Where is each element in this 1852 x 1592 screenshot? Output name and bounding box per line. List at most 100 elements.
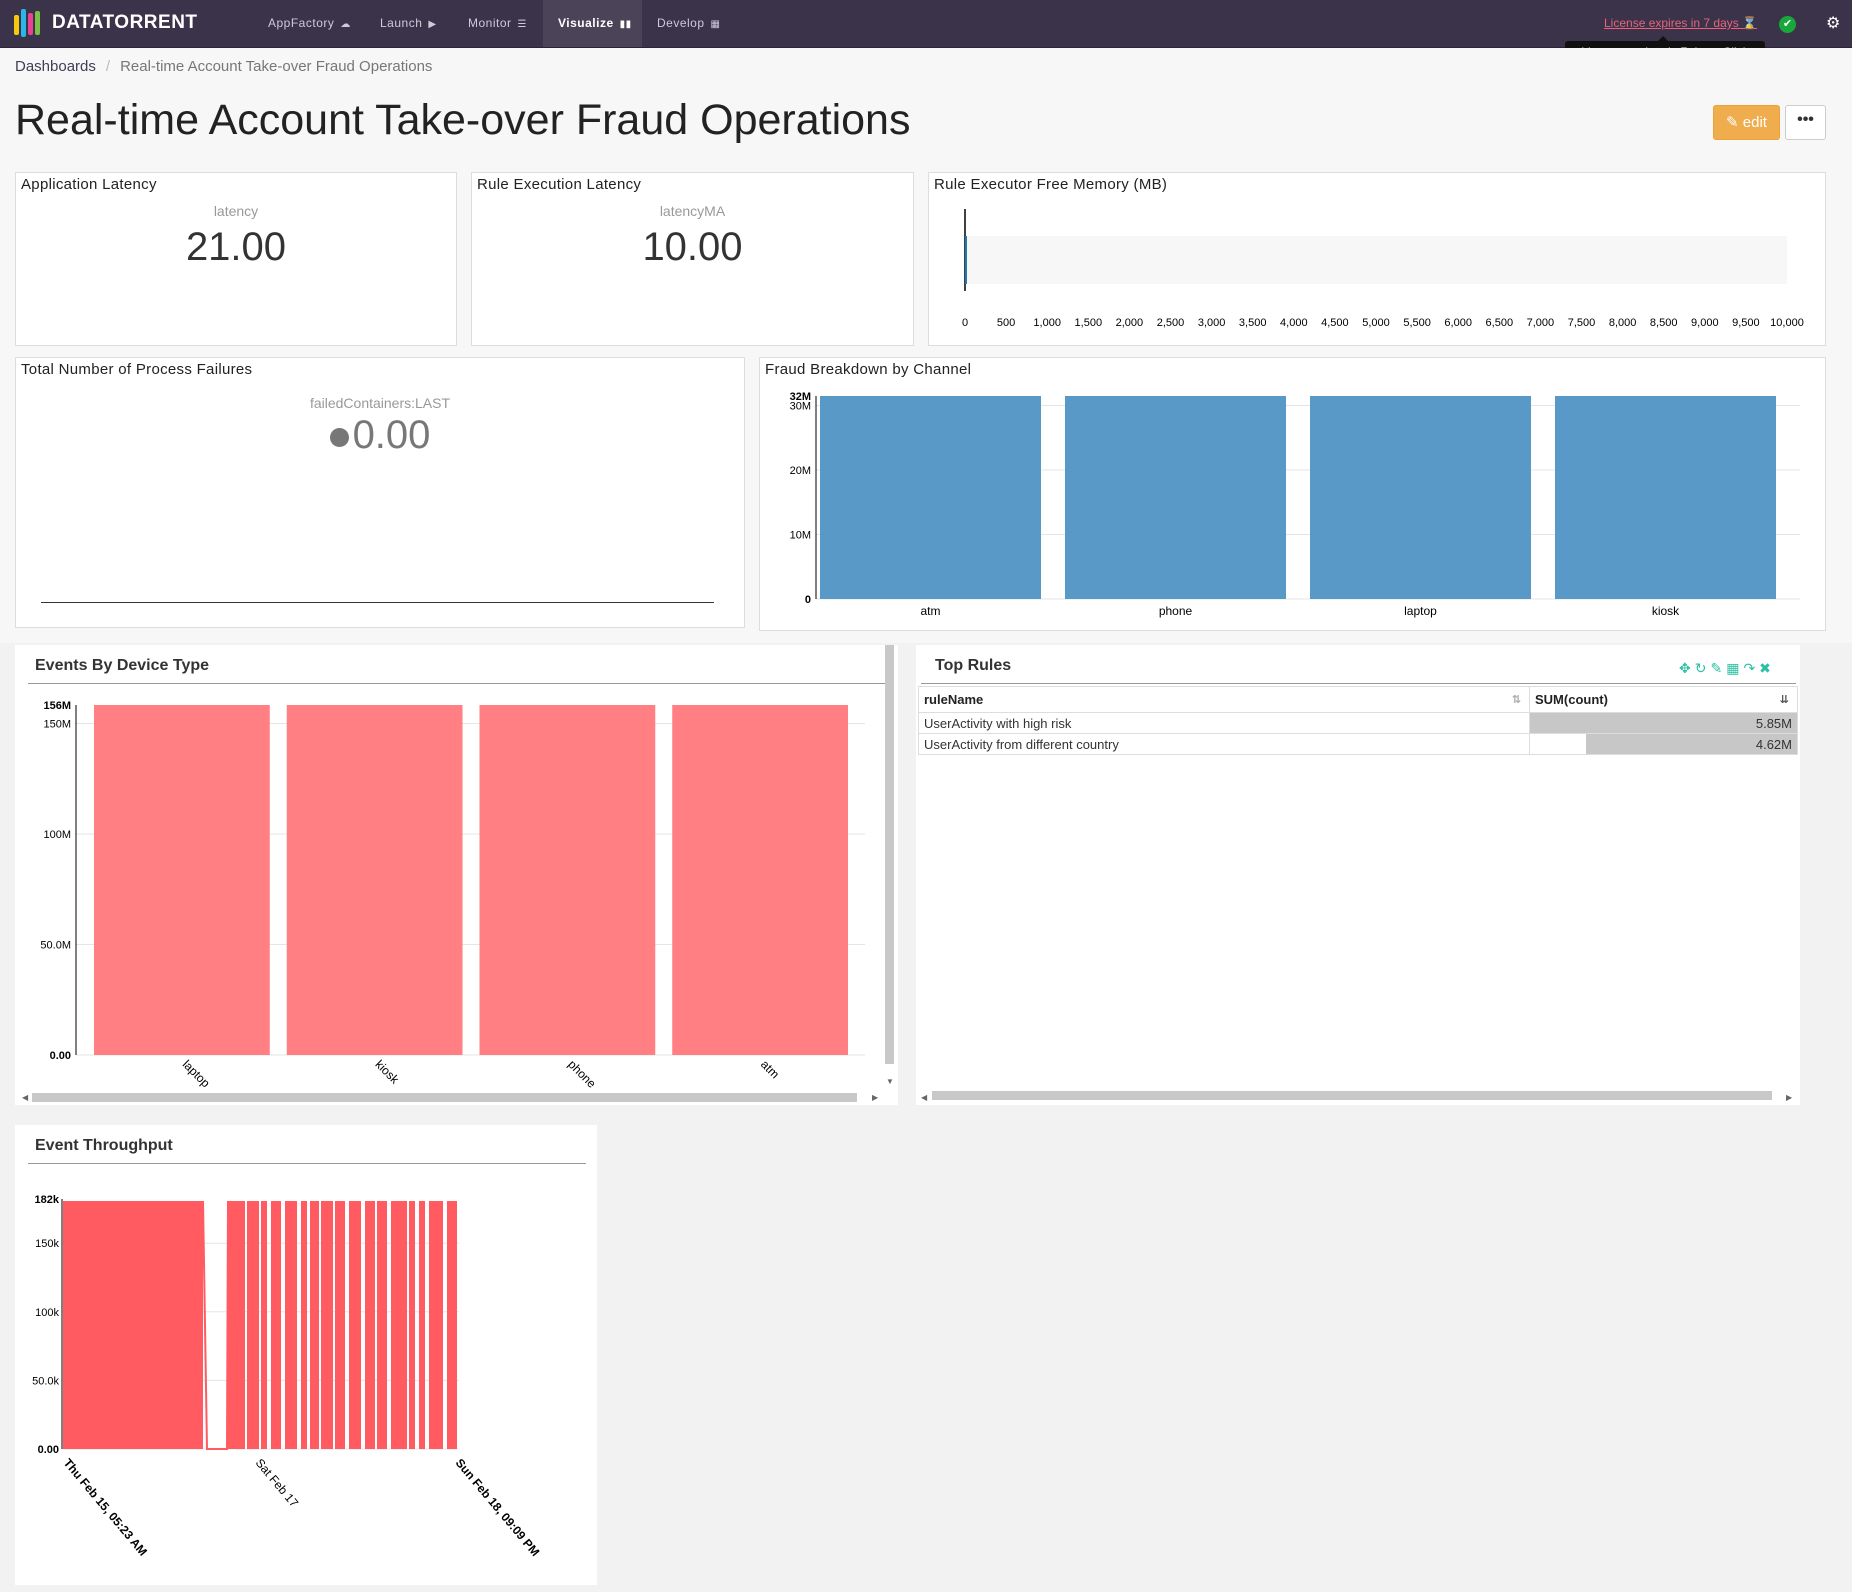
share-icon[interactable]: ↷	[1743, 660, 1759, 676]
area-block	[365, 1201, 375, 1449]
x-tick-label: 4,500	[1321, 317, 1349, 329]
metric-value-row: 0.00	[16, 413, 744, 458]
close-icon[interactable]: ✖	[1759, 660, 1775, 676]
panel-event-throughput: Event Throughput 0.00 50.0k 100k 150k 182k Th…	[15, 1125, 597, 1585]
x-tick-label: 7,500	[1568, 317, 1596, 329]
bar	[672, 705, 848, 1055]
y-max-label: 182k	[35, 1194, 60, 1206]
grid-icon: ▦	[710, 19, 721, 30]
more-options-button[interactable]: •••	[1785, 105, 1826, 140]
x-tick-label: kiosk	[1652, 604, 1680, 618]
y-tick-label: 50.0M	[40, 940, 71, 952]
widget-free-memory: Rule Executor Free Memory (MB) 0 500 1,000…	[928, 172, 1826, 346]
x-tick-label: 2,000	[1116, 317, 1144, 329]
nav-monitor[interactable]: Monitor ☰	[453, 0, 542, 47]
y-tick-label: 50.0k	[32, 1375, 59, 1387]
y-tick-label: 0.00	[38, 1444, 59, 1456]
area-block	[377, 1201, 387, 1449]
scroll-left-icon[interactable]: ◀	[921, 1093, 927, 1102]
panel-title: Events By Device Type	[35, 657, 210, 674]
x-tick-label: 3,000	[1198, 317, 1226, 329]
widget-title: Rule Execution Latency	[477, 176, 642, 193]
x-tick-label: phone	[1159, 604, 1193, 618]
panel-title: Top Rules	[935, 657, 1012, 674]
bar	[965, 236, 967, 284]
license-expiry-link[interactable]: License expires in 7 days ⌛	[1604, 16, 1757, 30]
panel-title: Event Throughput	[35, 1137, 173, 1154]
table-icon[interactable]: ▦	[1726, 660, 1743, 676]
y-tick-label: 0	[805, 594, 811, 606]
pencil-icon[interactable]: ✎	[1710, 660, 1726, 676]
nav-launch[interactable]: Launch ▶	[365, 0, 452, 47]
area-block	[310, 1201, 319, 1449]
column-label: SUM(count)	[1535, 692, 1608, 707]
edit-button[interactable]: ✎ edit	[1713, 105, 1780, 140]
x-tick-label: 10,000	[1770, 317, 1804, 329]
bar	[1555, 396, 1776, 599]
brand-name: DATATORRENT	[52, 12, 198, 33]
area-block	[247, 1201, 259, 1449]
x-tick-label: 3,500	[1239, 317, 1267, 329]
x-tick-label: 5,500	[1403, 317, 1431, 329]
panel-divider	[28, 683, 885, 684]
cloud-icon: ☁	[340, 19, 351, 30]
rule-name-cell: UserActivity with high risk	[918, 712, 1530, 734]
column-header-rulename[interactable]: ruleName ⇅	[918, 686, 1530, 713]
table-row[interactable]: UserActivity with high risk 5.85M	[918, 712, 1798, 734]
area-block	[419, 1201, 425, 1449]
x-tick-label: 8,000	[1609, 317, 1637, 329]
vertical-scrollbar[interactable]	[885, 645, 894, 1064]
sort-icon[interactable]: ⇅	[1512, 693, 1521, 706]
x-tick-label: 5,000	[1362, 317, 1390, 329]
rule-name-cell: UserActivity from different country	[918, 733, 1530, 755]
widget-rule-execution-latency: Rule Execution Latency latencyMA 10.00	[471, 172, 914, 346]
x-tick-label: laptop	[1404, 604, 1437, 618]
breadcrumb: Dashboards / Real-time Account Take-over F…	[15, 58, 433, 75]
panel-divider	[28, 1163, 586, 1164]
x-tick-label: laptop	[180, 1057, 213, 1090]
refresh-icon[interactable]: ↻	[1695, 660, 1711, 676]
y-tick-label: 100k	[35, 1307, 59, 1319]
area-block	[391, 1201, 407, 1449]
column-header-sum-count[interactable]: SUM(count) ⇊	[1529, 686, 1798, 713]
horizontal-scrollbar[interactable]	[32, 1093, 857, 1102]
area-block	[321, 1201, 333, 1449]
scroll-down-icon[interactable]: ▼	[886, 1077, 894, 1086]
area-block	[261, 1201, 267, 1449]
nav-visualize[interactable]: Visualize ▮▮	[543, 0, 642, 47]
scroll-right-icon[interactable]: ▶	[872, 1093, 878, 1102]
table-row[interactable]: UserActivity from different country 4.62…	[918, 733, 1798, 755]
brand[interactable]: DATATORRENT	[14, 9, 198, 37]
x-tick-label: 9,500	[1732, 317, 1760, 329]
y-max-label: 32M	[790, 391, 811, 403]
x-tick-label: 6,500	[1486, 317, 1514, 329]
area-block	[447, 1201, 457, 1449]
x-tick-label: Sat Feb 17	[253, 1456, 302, 1510]
x-tick-label: 4,000	[1280, 317, 1308, 329]
x-tick-label: 500	[997, 317, 1015, 329]
x-tick-label: 8,500	[1650, 317, 1678, 329]
x-tick-label: 9,000	[1691, 317, 1719, 329]
y-tick-label: 10M	[790, 530, 811, 542]
y-tick-label: 20M	[790, 465, 811, 477]
nav-appfactory[interactable]: AppFactory ☁	[253, 0, 366, 47]
area-block	[63, 1201, 203, 1449]
scroll-right-icon[interactable]: ▶	[1786, 1093, 1792, 1102]
metric-value: 0.00	[352, 413, 431, 457]
nav-develop[interactable]: Develop ▦	[642, 0, 735, 47]
area-block	[429, 1201, 443, 1449]
sum-count-cell: 4.62M	[1529, 733, 1798, 755]
metric-value: 21.00	[185, 225, 287, 269]
move-icon[interactable]: ✥	[1679, 660, 1695, 676]
x-tick-label: 6,000	[1444, 317, 1472, 329]
gear-icon[interactable]: ⚙	[1826, 13, 1840, 33]
check-icon[interactable]: ✔	[1779, 16, 1796, 33]
scroll-left-icon[interactable]: ◀	[22, 1093, 28, 1102]
datatorrent-logo-icon	[14, 9, 42, 37]
breadcrumb-dashboards-link[interactable]: Dashboards	[15, 58, 96, 75]
horizontal-scrollbar[interactable]	[932, 1091, 1772, 1100]
widget-application-latency: Application Latency latency 21.00	[15, 172, 457, 346]
plot-background	[965, 236, 1787, 284]
area-block	[285, 1201, 297, 1449]
sort-desc-icon[interactable]: ⇊	[1780, 693, 1789, 706]
